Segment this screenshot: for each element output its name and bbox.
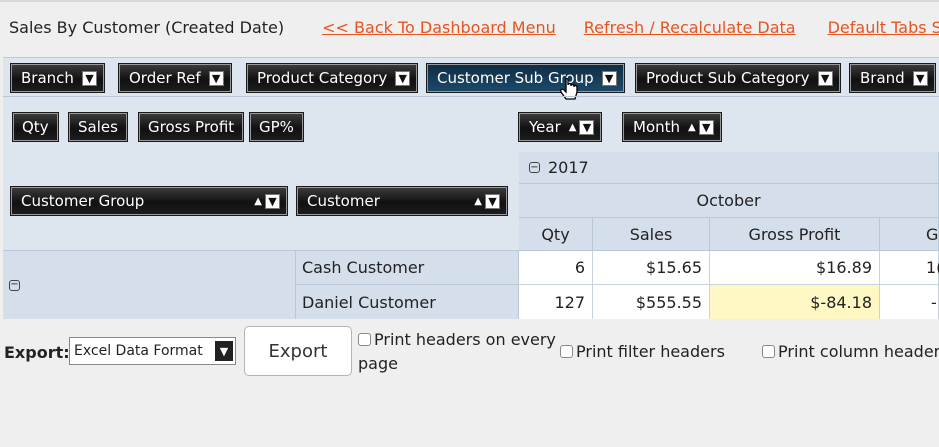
minus-square-icon[interactable]: − <box>9 279 20 291</box>
cell-qty: 6 <box>519 251 593 285</box>
sort-arrow-icon[interactable]: ▲ <box>474 196 482 207</box>
filter-field-product-sub-category[interactable]: Product Sub Category ▼ <box>635 63 841 93</box>
filter-down-icon[interactable]: ▼ <box>817 70 833 86</box>
filter-field-product-category[interactable]: Product Category ▼ <box>245 63 419 93</box>
filter-down-icon[interactable]: ▼ <box>579 119 595 135</box>
cell-gross-profit-highlighted: $-84.18 <box>710 285 880 319</box>
cell-gp-pct: 1( <box>880 251 939 285</box>
checkbox[interactable] <box>762 345 775 358</box>
cell-sales: $15.65 <box>593 251 710 285</box>
sort-arrow-icon[interactable]: ▲ <box>569 122 577 133</box>
data-field-sales[interactable]: Sales <box>68 112 128 142</box>
print-filter-headers-option[interactable]: Print filter headers <box>560 342 725 361</box>
data-field-gp-pct[interactable]: GP% <box>249 112 304 142</box>
filter-down-icon[interactable]: ▼ <box>485 193 500 209</box>
export-format-select[interactable]: Excel Data Format ▼ <box>69 337 236 365</box>
measure-header-gp-pct[interactable]: Gl <box>880 218 939 251</box>
export-bar: Export: Excel Data Format ▼ Export Print… <box>0 322 939 382</box>
filter-field-branch[interactable]: Branch ▼ <box>10 63 105 93</box>
measure-header-sales[interactable]: Sales <box>593 218 710 251</box>
measure-header-gross-profit[interactable]: Gross Profit <box>710 218 880 251</box>
measure-header-qty[interactable]: Qty <box>519 218 593 251</box>
row-header-customer[interactable]: Daniel Customer <box>296 285 519 319</box>
filter-field-order-ref[interactable]: Order Ref ▼ <box>118 63 232 93</box>
default-tabs-link[interactable]: Default Tabs Se <box>828 18 939 37</box>
filter-down-icon[interactable]: ▼ <box>208 70 224 86</box>
column-field-year[interactable]: Year ▲ ▼ <box>517 112 603 142</box>
data-field-gross-profit[interactable]: Gross Profit <box>137 112 245 142</box>
row-header-customer[interactable]: Cash Customer <box>296 251 519 285</box>
customer-group-row[interactable]: − <box>3 251 296 319</box>
year-header[interactable]: − 2017 <box>519 152 939 184</box>
minus-square-icon[interactable]: − <box>529 162 540 173</box>
filter-down-icon[interactable]: ▼ <box>81 70 97 86</box>
checkbox[interactable] <box>358 333 371 346</box>
filter-down-icon[interactable]: ▼ <box>601 70 617 86</box>
export-button[interactable]: Export <box>244 326 352 376</box>
cell-gross-profit: $16.89 <box>710 251 880 285</box>
row-field-customer[interactable]: Customer ▲ ▼ <box>296 186 508 216</box>
print-headers-every-page-label-cont: page <box>358 354 398 373</box>
export-label: Export: <box>4 343 70 362</box>
month-header: October <box>519 184 939 218</box>
sort-arrow-icon[interactable]: ▲ <box>688 122 696 133</box>
page-title: Sales By Customer (Created Date) <box>9 17 285 37</box>
chevron-down-icon[interactable]: ▼ <box>215 341 233 361</box>
back-to-dashboard-link[interactable]: << Back To Dashboard Menu <box>322 18 556 37</box>
refresh-data-link[interactable]: Refresh / Recalculate Data <box>584 18 796 37</box>
filter-down-icon[interactable]: ▼ <box>265 193 280 209</box>
filter-down-icon[interactable]: ▼ <box>395 70 411 86</box>
filter-down-icon[interactable]: ▼ <box>698 119 714 135</box>
pivot-grid: Branch ▼ Order Ref ▼ Product Category ▼ Cus… <box>3 57 939 319</box>
print-column-headers-option[interactable]: Print column header <box>762 342 939 361</box>
cell-qty: 127 <box>519 285 593 319</box>
hand-pointer-icon <box>560 78 578 100</box>
checkbox[interactable] <box>560 345 573 358</box>
filter-down-icon[interactable]: ▼ <box>912 70 928 86</box>
data-field-qty[interactable]: Qty <box>12 112 59 142</box>
sort-arrow-icon[interactable]: ▲ <box>254 196 262 207</box>
cell-gp-pct: - <box>880 285 939 319</box>
column-field-month[interactable]: Month ▲ ▼ <box>622 112 722 142</box>
filter-field-customer-sub-group[interactable]: Customer Sub Group ▼ <box>426 63 625 93</box>
row-field-customer-group[interactable]: Customer Group ▲ ▼ <box>10 186 288 216</box>
print-headers-every-page-option[interactable]: Print headers on every <box>358 330 556 349</box>
top-bar: Sales By Customer (Created Date) << Back… <box>0 0 939 60</box>
cell-sales: $555.55 <box>593 285 710 319</box>
filter-field-brand[interactable]: Brand ▼ <box>849 63 936 93</box>
